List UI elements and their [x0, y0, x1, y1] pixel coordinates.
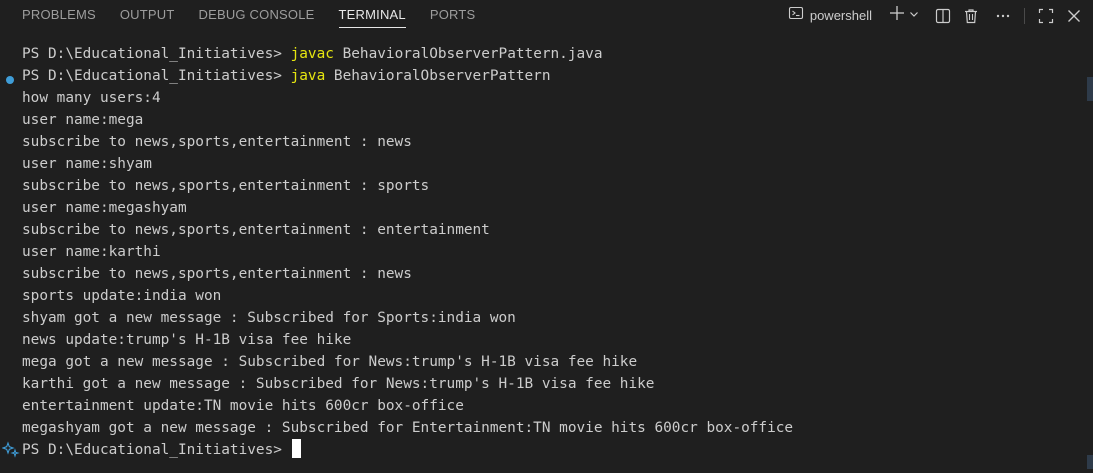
- tab-output[interactable]: OUTPUT: [108, 0, 187, 31]
- terminal-line: PS D:\Educational_Initiatives>: [22, 439, 1073, 461]
- terminal-line: PS D:\Educational_Initiatives> javac Beh…: [22, 43, 1073, 65]
- command-args: BehavioralObserverPattern: [325, 68, 551, 84]
- close-icon: [1066, 8, 1082, 24]
- split-terminal-button[interactable]: [932, 5, 954, 27]
- terminal-line: PS D:\Educational_Initiatives> java Beha…: [22, 65, 1073, 87]
- tab-terminal[interactable]: TERMINAL: [327, 0, 418, 31]
- kill-terminal-button[interactable]: [960, 5, 982, 27]
- tab-debug-console[interactable]: DEBUG CONSOLE: [187, 0, 327, 31]
- terminal-line: subscribe to news,sports,entertainment :…: [22, 178, 430, 194]
- ellipsis-icon: [995, 8, 1011, 24]
- panel-header: PROBLEMS OUTPUT DEBUG CONSOLE TERMINAL P…: [0, 0, 1093, 31]
- prompt: PS D:\Educational_Initiatives>: [22, 46, 291, 62]
- terminal-line: sports update:india won: [22, 288, 222, 304]
- terminal-line: subscribe to news,sports,entertainment :…: [22, 266, 412, 282]
- new-terminal-button[interactable]: [888, 4, 920, 27]
- terminal-line: karthi got a new message : Subscribed fo…: [22, 376, 655, 392]
- tab-ports[interactable]: PORTS: [418, 0, 488, 31]
- terminal-output[interactable]: PS D:\Educational_Initiatives> javac Beh…: [22, 43, 1073, 461]
- terminal-line: subscribe to news,sports,entertainment :…: [22, 134, 412, 150]
- scrollbar-marker: [1087, 455, 1093, 469]
- scrollbar-marker: [1087, 77, 1093, 101]
- panel-actions: powershell: [784, 0, 1085, 31]
- prompt: PS D:\Educational_Initiatives>: [22, 68, 291, 84]
- command: java: [290, 68, 326, 84]
- terminal-line: subscribe to news,sports,entertainment :…: [22, 222, 490, 238]
- terminal-shell-selector[interactable]: powershell: [784, 5, 878, 27]
- terminal-line: mega got a new message : Subscribed for …: [22, 354, 638, 370]
- split-terminal-icon: [935, 8, 951, 24]
- shell-name: powershell: [809, 8, 872, 23]
- command-decoration-icon[interactable]: [6, 76, 14, 84]
- more-actions-button[interactable]: [992, 5, 1014, 27]
- actions-divider: [1024, 7, 1025, 24]
- terminal-line: user name:shyam: [22, 156, 152, 172]
- terminal-line: news update:trump's H-1B visa fee hike: [22, 332, 352, 348]
- terminal-line: user name:karthi: [22, 244, 161, 260]
- terminal-line: megashyam got a new message : Subscribed…: [22, 420, 794, 436]
- prompt: PS D:\Educational_Initiatives>: [22, 442, 291, 458]
- command-args: BehavioralObserverPattern.java: [333, 46, 603, 62]
- plus-icon: [888, 4, 906, 27]
- terminal-view[interactable]: PS D:\Educational_Initiatives> javac Beh…: [0, 31, 1093, 473]
- terminal-line: shyam got a new message : Subscribed for…: [22, 310, 516, 326]
- terminal-line: entertainment update:TN movie hits 600cr…: [22, 398, 464, 414]
- terminal-cursor: [291, 439, 301, 458]
- command: javac: [290, 46, 334, 62]
- terminal-line: user name:megashyam: [22, 200, 187, 216]
- maximize-panel-icon: [1038, 8, 1054, 24]
- maximize-panel-button[interactable]: [1035, 5, 1057, 27]
- terminal-line: how many users:4: [22, 90, 161, 106]
- chevron-down-icon[interactable]: [908, 7, 920, 25]
- trash-icon: [963, 8, 979, 24]
- sparkle-icon[interactable]: [1, 440, 20, 458]
- panel-tabs: PROBLEMS OUTPUT DEBUG CONSOLE TERMINAL P…: [10, 0, 487, 31]
- close-panel-button[interactable]: [1063, 5, 1085, 27]
- tab-problems[interactable]: PROBLEMS: [10, 0, 108, 31]
- terminal-line: user name:mega: [22, 112, 144, 128]
- terminal-icon: [788, 5, 804, 26]
